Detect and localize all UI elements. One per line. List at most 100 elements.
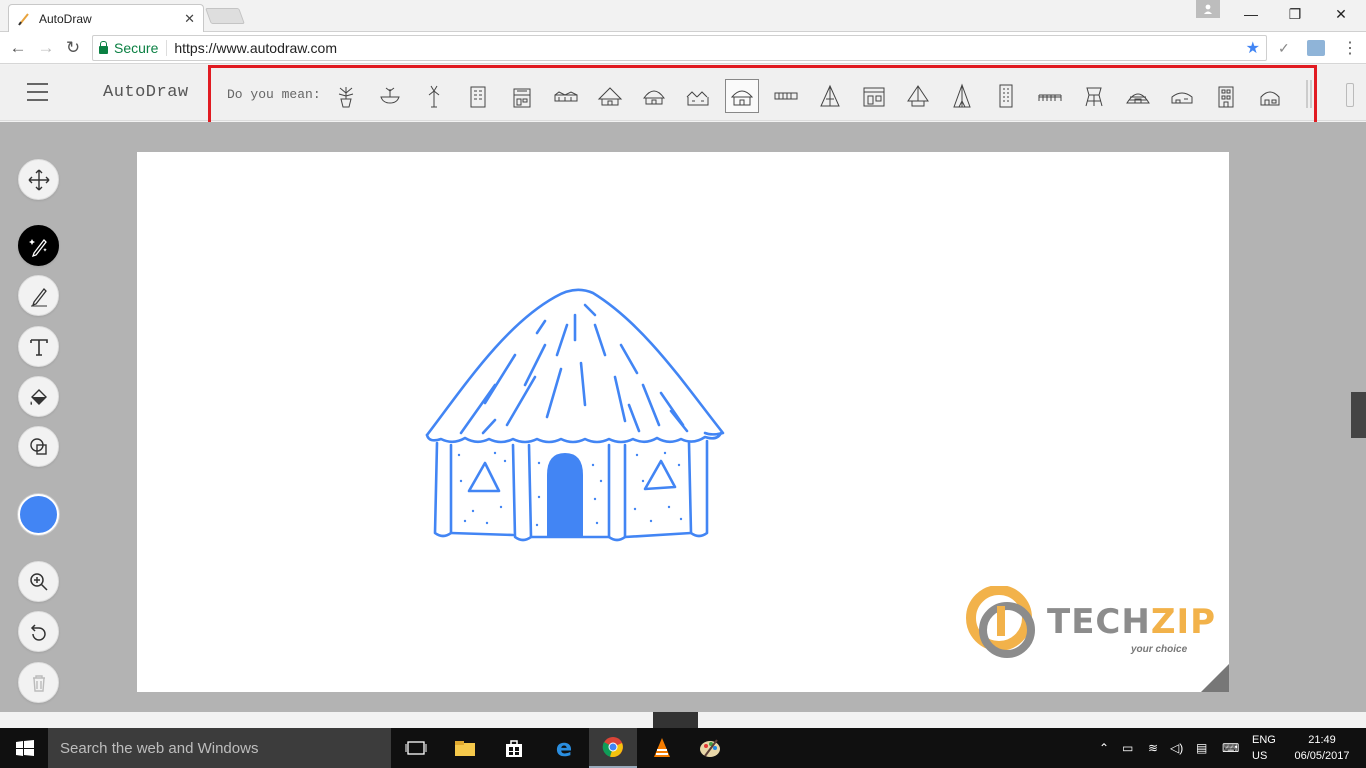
vlc-icon[interactable] xyxy=(638,728,686,768)
suggestion-car-house-icon[interactable] xyxy=(1165,79,1199,113)
close-window-button[interactable]: ✕ xyxy=(1318,0,1364,28)
omnibox[interactable]: Secure https://www.autodraw.com ★ xyxy=(92,35,1267,61)
tab-strip: AutoDraw ✕ — ❐ ✕ xyxy=(0,0,1366,32)
suggestion-plant-bowl-icon[interactable] xyxy=(373,79,407,113)
minimize-button[interactable]: — xyxy=(1228,0,1274,28)
autodraw-header: AutoDraw Do you mean: xyxy=(0,65,1366,126)
windows-taskbar: Search the web and Windows e ⌃ ▭ ≋ ◁) ▤ … xyxy=(0,728,1366,768)
secure-indicator[interactable]: Secure xyxy=(93,40,168,56)
suggestion-tent-a-icon[interactable] xyxy=(813,79,847,113)
reload-button[interactable]: ↻ xyxy=(63,38,83,58)
suggestion-hut-icon[interactable] xyxy=(593,79,627,113)
suggestion-water-tower-icon[interactable] xyxy=(1077,79,1111,113)
fill-tool-button[interactable] xyxy=(18,376,59,417)
menu-dots-icon[interactable]: ⋮ xyxy=(1342,38,1358,58)
task-view-icon[interactable] xyxy=(392,728,440,768)
delete-tool-button[interactable] xyxy=(18,662,59,703)
suggestion-hut-selected-icon[interactable] xyxy=(725,79,759,113)
hamburger-menu-icon[interactable] xyxy=(27,83,48,101)
windows-start-icon[interactable] xyxy=(16,740,34,756)
watermark-brand: TECHZIP xyxy=(1047,602,1217,642)
restore-button[interactable]: ❐ xyxy=(1272,0,1318,28)
autodraw-magic-pen-icon xyxy=(28,238,47,257)
scroll-grip-icon[interactable] xyxy=(1306,80,1312,108)
suggestion-house-row-icon[interactable] xyxy=(549,79,583,113)
tab-title: AutoDraw xyxy=(39,11,92,26)
chrome-icon[interactable] xyxy=(589,728,637,768)
bottom-panel-handle[interactable] xyxy=(653,712,698,728)
move-tool-button[interactable] xyxy=(18,159,59,200)
file-explorer-icon[interactable] xyxy=(441,728,489,768)
paint-app-icon[interactable] xyxy=(686,728,734,768)
zoom-tool-button[interactable] xyxy=(18,561,59,602)
suggestion-small-house-icon[interactable] xyxy=(1253,79,1287,113)
taskbar-search-box[interactable]: Search the web and Windows xyxy=(48,728,391,768)
language-indicator[interactable]: ENG US xyxy=(1252,732,1276,764)
zoom-in-icon xyxy=(29,572,48,591)
action-center-icon[interactable]: ▤ xyxy=(1196,728,1207,768)
watermark-tagline: your choice xyxy=(1131,644,1188,655)
draw-tool-button[interactable] xyxy=(18,275,59,316)
browser-tab[interactable]: AutoDraw ✕ xyxy=(8,4,204,32)
lock-icon xyxy=(99,41,108,54)
trash-icon xyxy=(32,674,45,692)
text-icon xyxy=(29,338,48,356)
check-extension-icon[interactable]: ✓ xyxy=(1278,40,1290,57)
extension-icon[interactable] xyxy=(1307,40,1325,56)
bookmark-star-icon[interactable]: ★ xyxy=(1246,38,1260,58)
paint-bucket-icon xyxy=(30,388,47,405)
app-logo: AutoDraw xyxy=(103,83,189,102)
suggestion-building-icon[interactable] xyxy=(461,79,495,113)
type-tool-button[interactable] xyxy=(18,326,59,367)
undo-tool-button[interactable] xyxy=(18,611,59,652)
workspace: TECHZIP your choice xyxy=(0,122,1366,728)
secure-label: Secure xyxy=(114,40,159,56)
pencil-icon xyxy=(30,287,47,306)
back-button[interactable]: ← xyxy=(8,38,28,58)
forward-button[interactable]: → xyxy=(36,38,56,58)
suggestion-potted-plant-icon[interactable] xyxy=(329,79,363,113)
suggestion-bar: Do you mean: xyxy=(208,65,1317,126)
techzip-logo-icon xyxy=(966,586,1035,658)
battery-icon[interactable]: ▭ xyxy=(1122,728,1133,768)
wifi-icon[interactable]: ≋ xyxy=(1148,728,1158,768)
store-icon[interactable] xyxy=(490,728,538,768)
volume-icon[interactable]: ◁) xyxy=(1170,728,1183,768)
url-text[interactable]: https://www.autodraw.com xyxy=(167,40,337,56)
suggestion-village-icon[interactable] xyxy=(681,79,715,113)
suggestion-tall-building-icon[interactable] xyxy=(989,79,1023,113)
suggestion-label: Do you mean: xyxy=(227,87,321,102)
shapes-icon xyxy=(29,437,47,455)
suggestion-igloo-icon[interactable] xyxy=(1121,79,1155,113)
hut-drawing xyxy=(425,288,725,542)
more-suggestions-icon[interactable] xyxy=(1346,83,1354,107)
suggestion-apartment-icon[interactable] xyxy=(1209,79,1243,113)
keyboard-icon[interactable]: ⌨ xyxy=(1222,728,1239,768)
undo-icon xyxy=(30,623,46,641)
suggestion-list xyxy=(329,79,1297,113)
suggestion-palm-plant-icon[interactable] xyxy=(417,79,451,113)
suggestion-store-icon[interactable] xyxy=(857,79,891,113)
new-tab-button[interactable] xyxy=(205,8,245,24)
suggestion-fence-icon[interactable] xyxy=(769,79,803,113)
address-bar-row: ← → ↻ Secure https://www.autodraw.com ★ … xyxy=(0,32,1366,64)
canvas-resize-corner[interactable] xyxy=(1201,664,1229,692)
clock[interactable]: 21:49 06/05/2017 xyxy=(1290,732,1354,764)
autodraw-tool-button[interactable] xyxy=(18,225,59,266)
autodraw-favicon-icon xyxy=(18,12,29,26)
suggestion-bridge-icon[interactable] xyxy=(1033,79,1067,113)
shape-tool-button[interactable] xyxy=(18,426,59,467)
tray-chevron-icon[interactable]: ⌃ xyxy=(1099,728,1109,768)
drawing-canvas[interactable]: TECHZIP your choice xyxy=(137,152,1229,692)
techzip-watermark: TECHZIP your choice xyxy=(963,582,1215,667)
suggestion-tower-icon[interactable] xyxy=(505,79,539,113)
profile-icon[interactable] xyxy=(1196,0,1220,18)
edge-browser-icon[interactable]: e xyxy=(540,728,588,768)
move-icon xyxy=(28,169,49,190)
suggestion-tent-pyramid-icon[interactable] xyxy=(901,79,935,113)
scrollbar-thumb[interactable] xyxy=(1351,392,1366,438)
close-tab-icon[interactable]: ✕ xyxy=(184,11,195,27)
suggestion-teepee-icon[interactable] xyxy=(945,79,979,113)
color-picker-swatch[interactable] xyxy=(18,494,59,535)
suggestion-dome-hut-icon[interactable] xyxy=(637,79,671,113)
